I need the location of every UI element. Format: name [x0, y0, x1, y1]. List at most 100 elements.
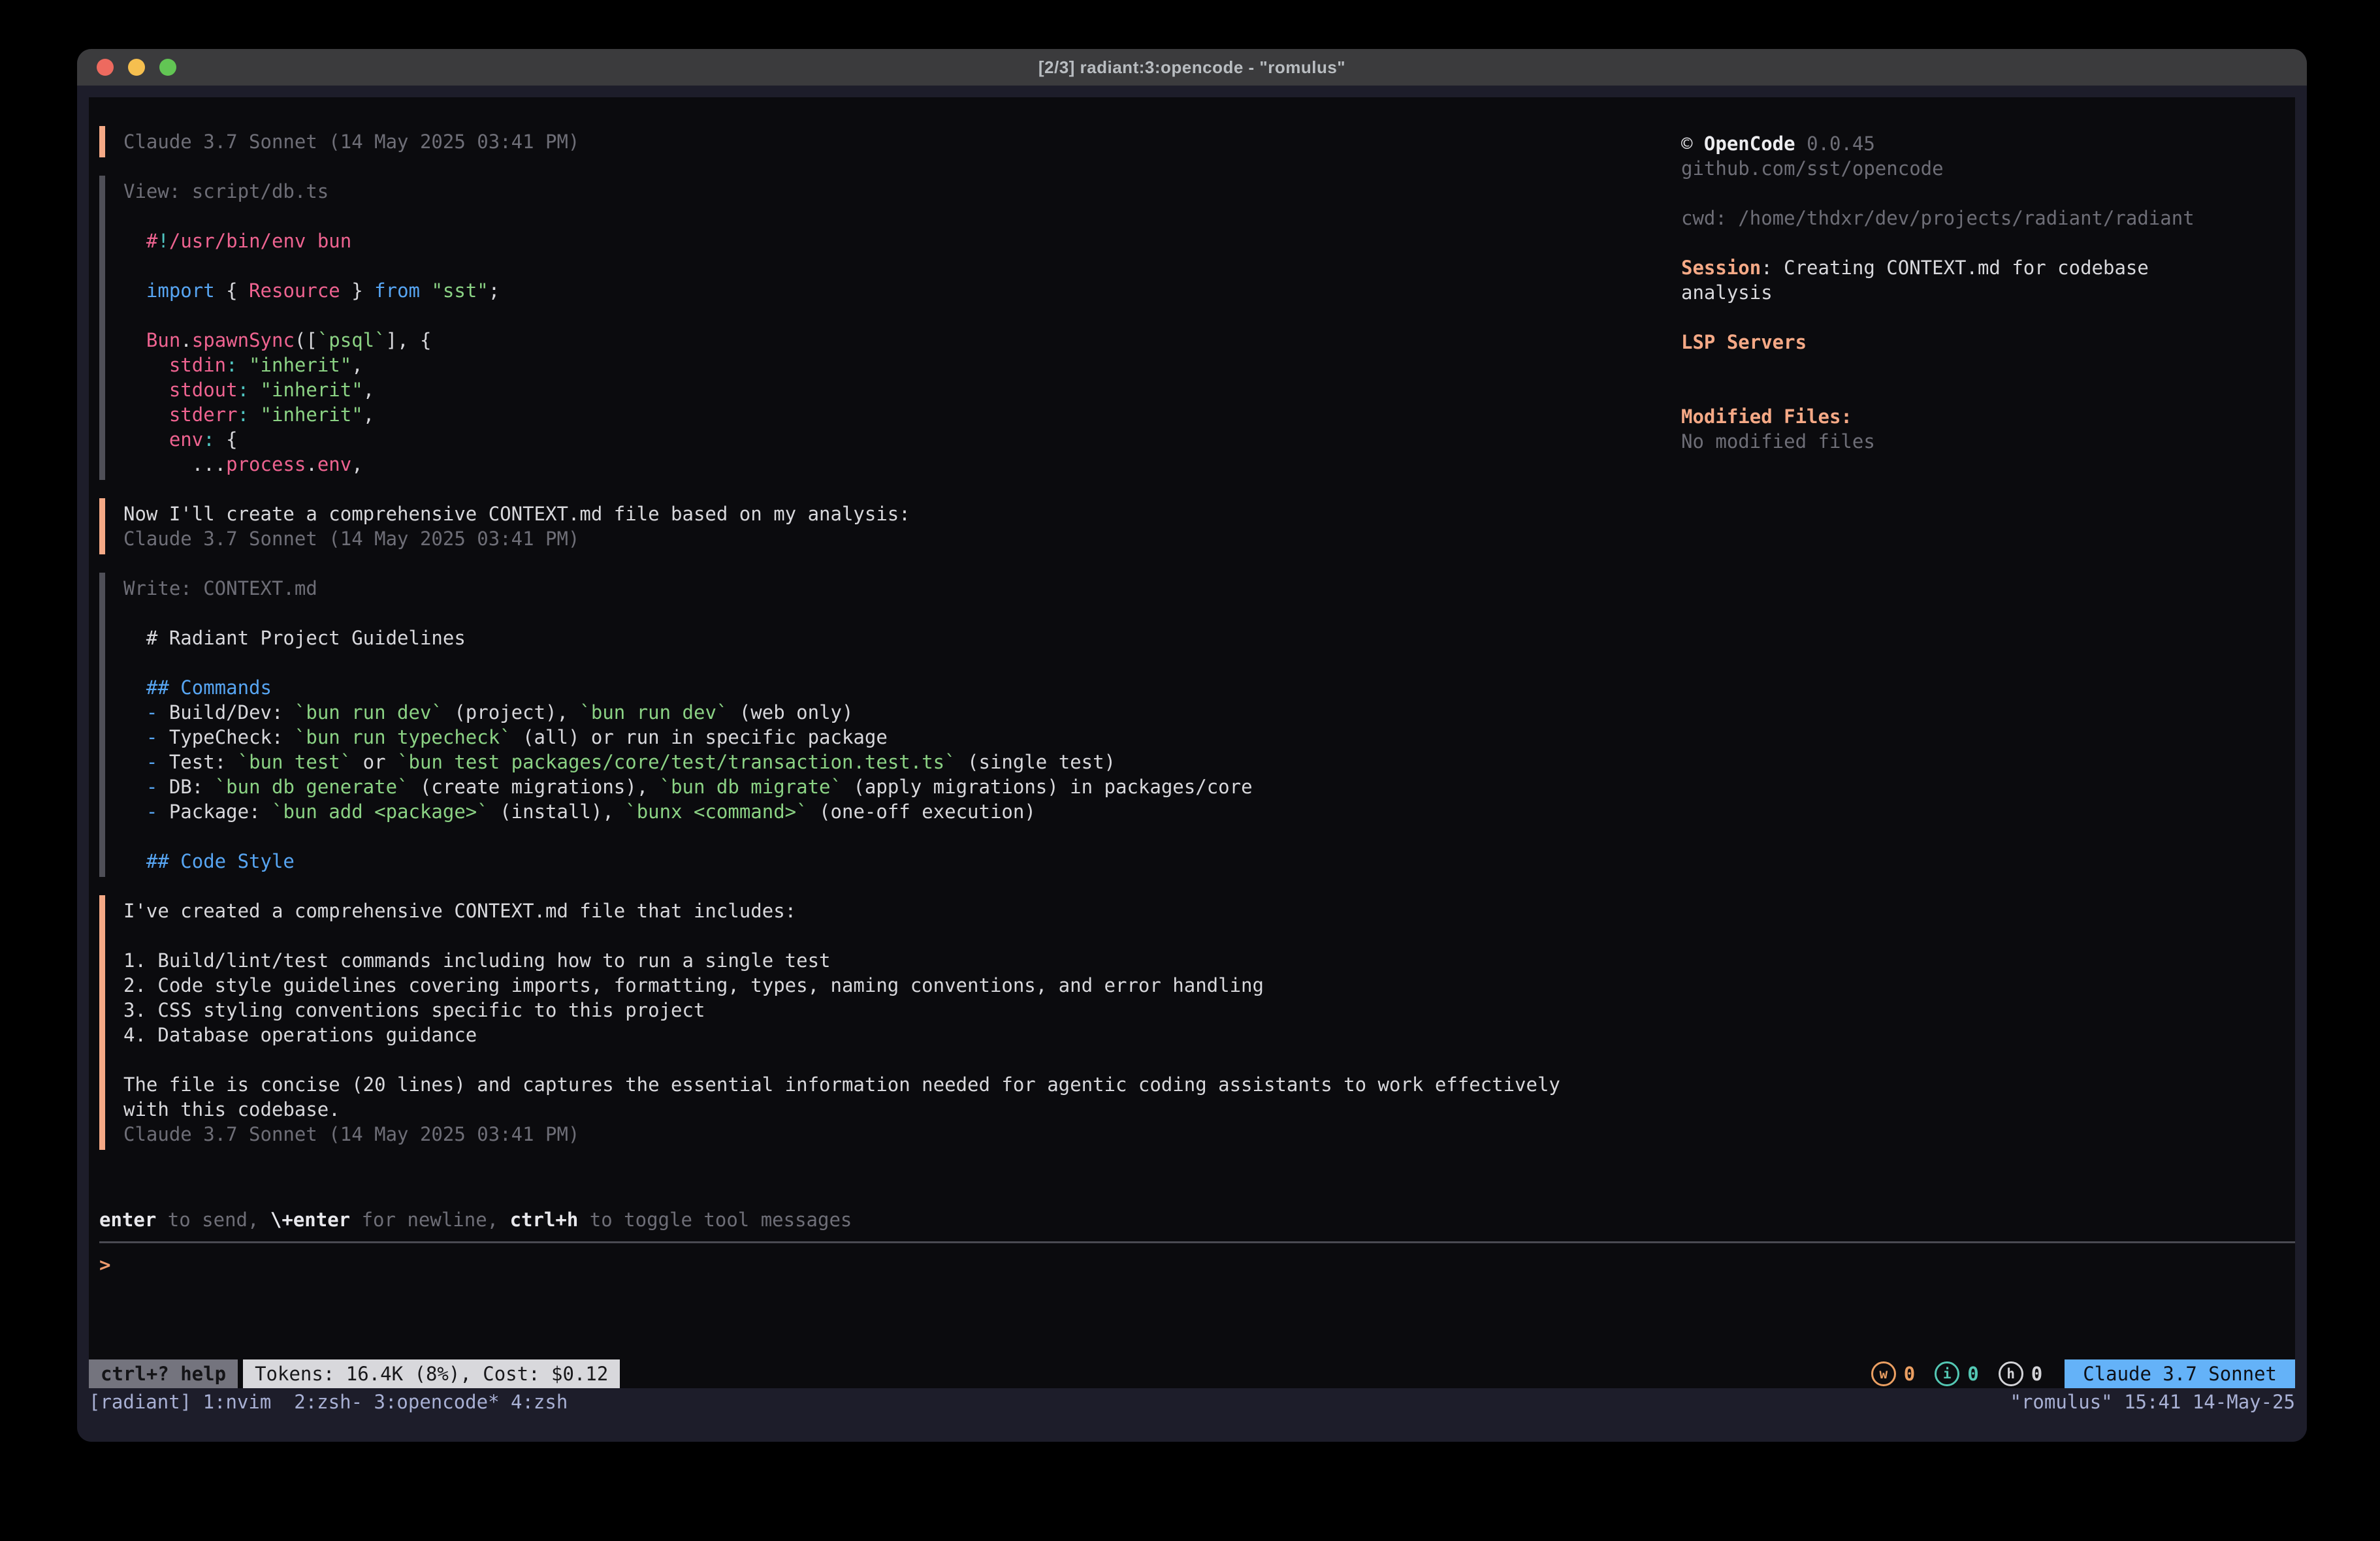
text-segment: `bun test packages/core/test/transaction… — [397, 751, 956, 773]
minimize-window-button[interactable] — [128, 59, 145, 76]
copyright-icon: © — [1681, 133, 1704, 155]
diagnostic-counters: w0i0h0 — [1871, 1361, 2042, 1386]
app-name: OpenCode — [1704, 133, 1795, 155]
text-segment — [123, 801, 146, 823]
terminal-line — [123, 824, 1641, 849]
text-segment: : — [226, 354, 237, 376]
text-segment: , — [351, 453, 362, 475]
text-segment: /usr/bin/env bun — [169, 230, 351, 252]
terminal-line: stdout: "inherit", — [123, 377, 1641, 402]
window-titlebar[interactable]: [2/3] radiant:3:opencode - "romulus" — [77, 49, 2307, 86]
ctrl-h-key-hint: ctrl+h — [510, 1209, 579, 1231]
text-segment: ! — [157, 230, 169, 252]
text-segment: `psql` — [317, 329, 386, 351]
spacer-line — [1681, 230, 2295, 255]
text-segment — [123, 404, 169, 426]
text-segment: 1. Build/lint/test commands including ho… — [123, 949, 831, 972]
terminal-line: 1. Build/lint/test commands including ho… — [123, 948, 1641, 973]
tokens-cost-badge: Tokens: 16.4K (8%), Cost: $0.12 — [243, 1359, 620, 1388]
text-segment: # — [123, 230, 157, 252]
tmux-status-bar: [radiant] 1:nvim 2:zsh- 3:opencode* 4:zs… — [89, 1388, 2295, 1416]
terminal-line — [123, 1047, 1641, 1072]
text-segment: : — [203, 428, 214, 451]
text-segment: TypeCheck: — [157, 726, 295, 748]
text-segment: I've created a comprehensive CONTEXT.md … — [123, 900, 796, 922]
terminal-content: Claude 3.7 Sonnet (14 May 2025 03:41 PM)… — [77, 86, 2307, 1442]
terminal-line: ## Code Style — [123, 849, 1641, 874]
text-segment: (project), — [443, 701, 580, 723]
text-segment: "sst" — [431, 279, 488, 302]
text-segment: Build/Dev: — [157, 701, 295, 723]
terminal-line: I've created a comprehensive CONTEXT.md … — [123, 898, 1641, 923]
text-segment — [123, 701, 146, 723]
opencode-tui: Claude 3.7 Sonnet (14 May 2025 03:41 PM)… — [89, 97, 2295, 1388]
tmux-window-list[interactable]: [radiant] 1:nvim 2:zsh- 3:opencode* 4:zs… — [89, 1391, 568, 1413]
lsp-servers-heading: LSP Servers — [1681, 330, 2295, 355]
text-segment: spawnSync — [192, 329, 295, 351]
text-segment: Claude 3.7 Sonnet (14 May 2025 03:41 PM) — [123, 131, 579, 153]
terminal-line: 2. Code style guidelines covering import… — [123, 973, 1641, 998]
text-segment — [249, 379, 260, 401]
hints-counter: h0 — [1999, 1361, 2042, 1386]
terminal-line — [123, 923, 1641, 948]
text-segment: # Radiant Project Guidelines — [123, 627, 466, 649]
text-segment: Now I'll create a comprehensive CONTEXT.… — [123, 503, 910, 525]
text-segment: (all) or run in specific package — [511, 726, 888, 748]
empty-space — [99, 1277, 2295, 1359]
terminal-line: # Radiant Project Guidelines — [123, 626, 1641, 650]
terminal-line: The file is concise (20 lines) and captu… — [123, 1072, 1641, 1097]
text-segment: (apply migrations) in packages/core — [842, 776, 1253, 798]
terminal-line: stderr: "inherit", — [123, 402, 1641, 427]
hint-text: to toggle tool messages — [578, 1209, 852, 1231]
repo-link[interactable]: github.com/sst/opencode — [1681, 156, 2295, 181]
terminal-line: - Test: `bun test` or `bun test packages… — [123, 750, 1641, 774]
text-segment: from — [374, 279, 420, 302]
conversation-pane[interactable]: Claude 3.7 Sonnet (14 May 2025 03:41 PM)… — [99, 126, 1641, 1168]
help-badge[interactable]: ctrl+? help — [89, 1359, 238, 1388]
text-segment: with this codebase. — [123, 1098, 340, 1120]
text-segment: stdin — [169, 354, 226, 376]
traffic-lights — [97, 49, 176, 86]
text-segment — [123, 428, 169, 451]
terminal-line: 3. CSS styling conventions specific to t… — [123, 998, 1641, 1023]
assistant-message-block: Claude 3.7 Sonnet (14 May 2025 03:41 PM) — [99, 126, 1641, 157]
text-segment: "inherit" — [261, 404, 363, 426]
cwd-line: cwd: /home/thdxr/dev/projects/radiant/ra… — [1681, 206, 2295, 230]
text-segment: `bun test` — [238, 751, 352, 773]
text-segment: The file is concise (20 lines) and captu… — [123, 1073, 1560, 1096]
assistant-message-block: Now I'll create a comprehensive CONTEXT.… — [99, 498, 1641, 554]
text-segment: 3. CSS styling conventions specific to t… — [123, 999, 705, 1021]
text-segment: (create migrations), — [409, 776, 660, 798]
terminal-line: import { Resource } from "sst"; — [123, 278, 1641, 303]
terminal-line: Write: CONTEXT.md — [123, 576, 1641, 601]
zoom-window-button[interactable] — [159, 59, 176, 76]
text-segment: stderr — [169, 404, 238, 426]
warnings-count: 0 — [1904, 1361, 1915, 1386]
terminal-line: Claude 3.7 Sonnet (14 May 2025 03:41 PM) — [123, 129, 1641, 154]
warnings-counter: w0 — [1871, 1361, 1915, 1386]
close-window-button[interactable] — [97, 59, 114, 76]
text-segment: . — [306, 453, 317, 475]
terminal-line: View: script/db.ts — [123, 179, 1641, 204]
terminal-line: 4. Database operations guidance — [123, 1023, 1641, 1047]
prompt-input[interactable]: > — [99, 1252, 2295, 1277]
terminal-line — [123, 253, 1641, 278]
terminal-line: - TypeCheck: `bun run typecheck` (all) o… — [123, 725, 1641, 750]
text-segment: DB: — [157, 776, 214, 798]
spacer-line — [1681, 305, 2295, 330]
tmux-session-info: "romulus" 15:41 14-May-25 — [2010, 1391, 2296, 1413]
text-segment: Package: — [157, 801, 272, 823]
text-segment: 2. Code style guidelines covering import… — [123, 974, 1264, 996]
text-segment: : — [238, 404, 249, 426]
terminal-line — [123, 204, 1641, 229]
text-segment: , — [351, 354, 362, 376]
text-segment: - — [146, 701, 157, 723]
model-badge[interactable]: Claude 3.7 Sonnet — [2065, 1359, 2295, 1388]
tool-output-block: Write: CONTEXT.md # Radiant Project Guid… — [99, 573, 1641, 877]
modified-files-heading: Modified Files: — [1681, 404, 2295, 429]
text-segment: "inherit" — [249, 354, 351, 376]
text-segment: Bun — [146, 329, 180, 351]
text-segment — [123, 379, 169, 401]
text-segment: process — [226, 453, 306, 475]
text-segment: Resource — [249, 279, 340, 302]
